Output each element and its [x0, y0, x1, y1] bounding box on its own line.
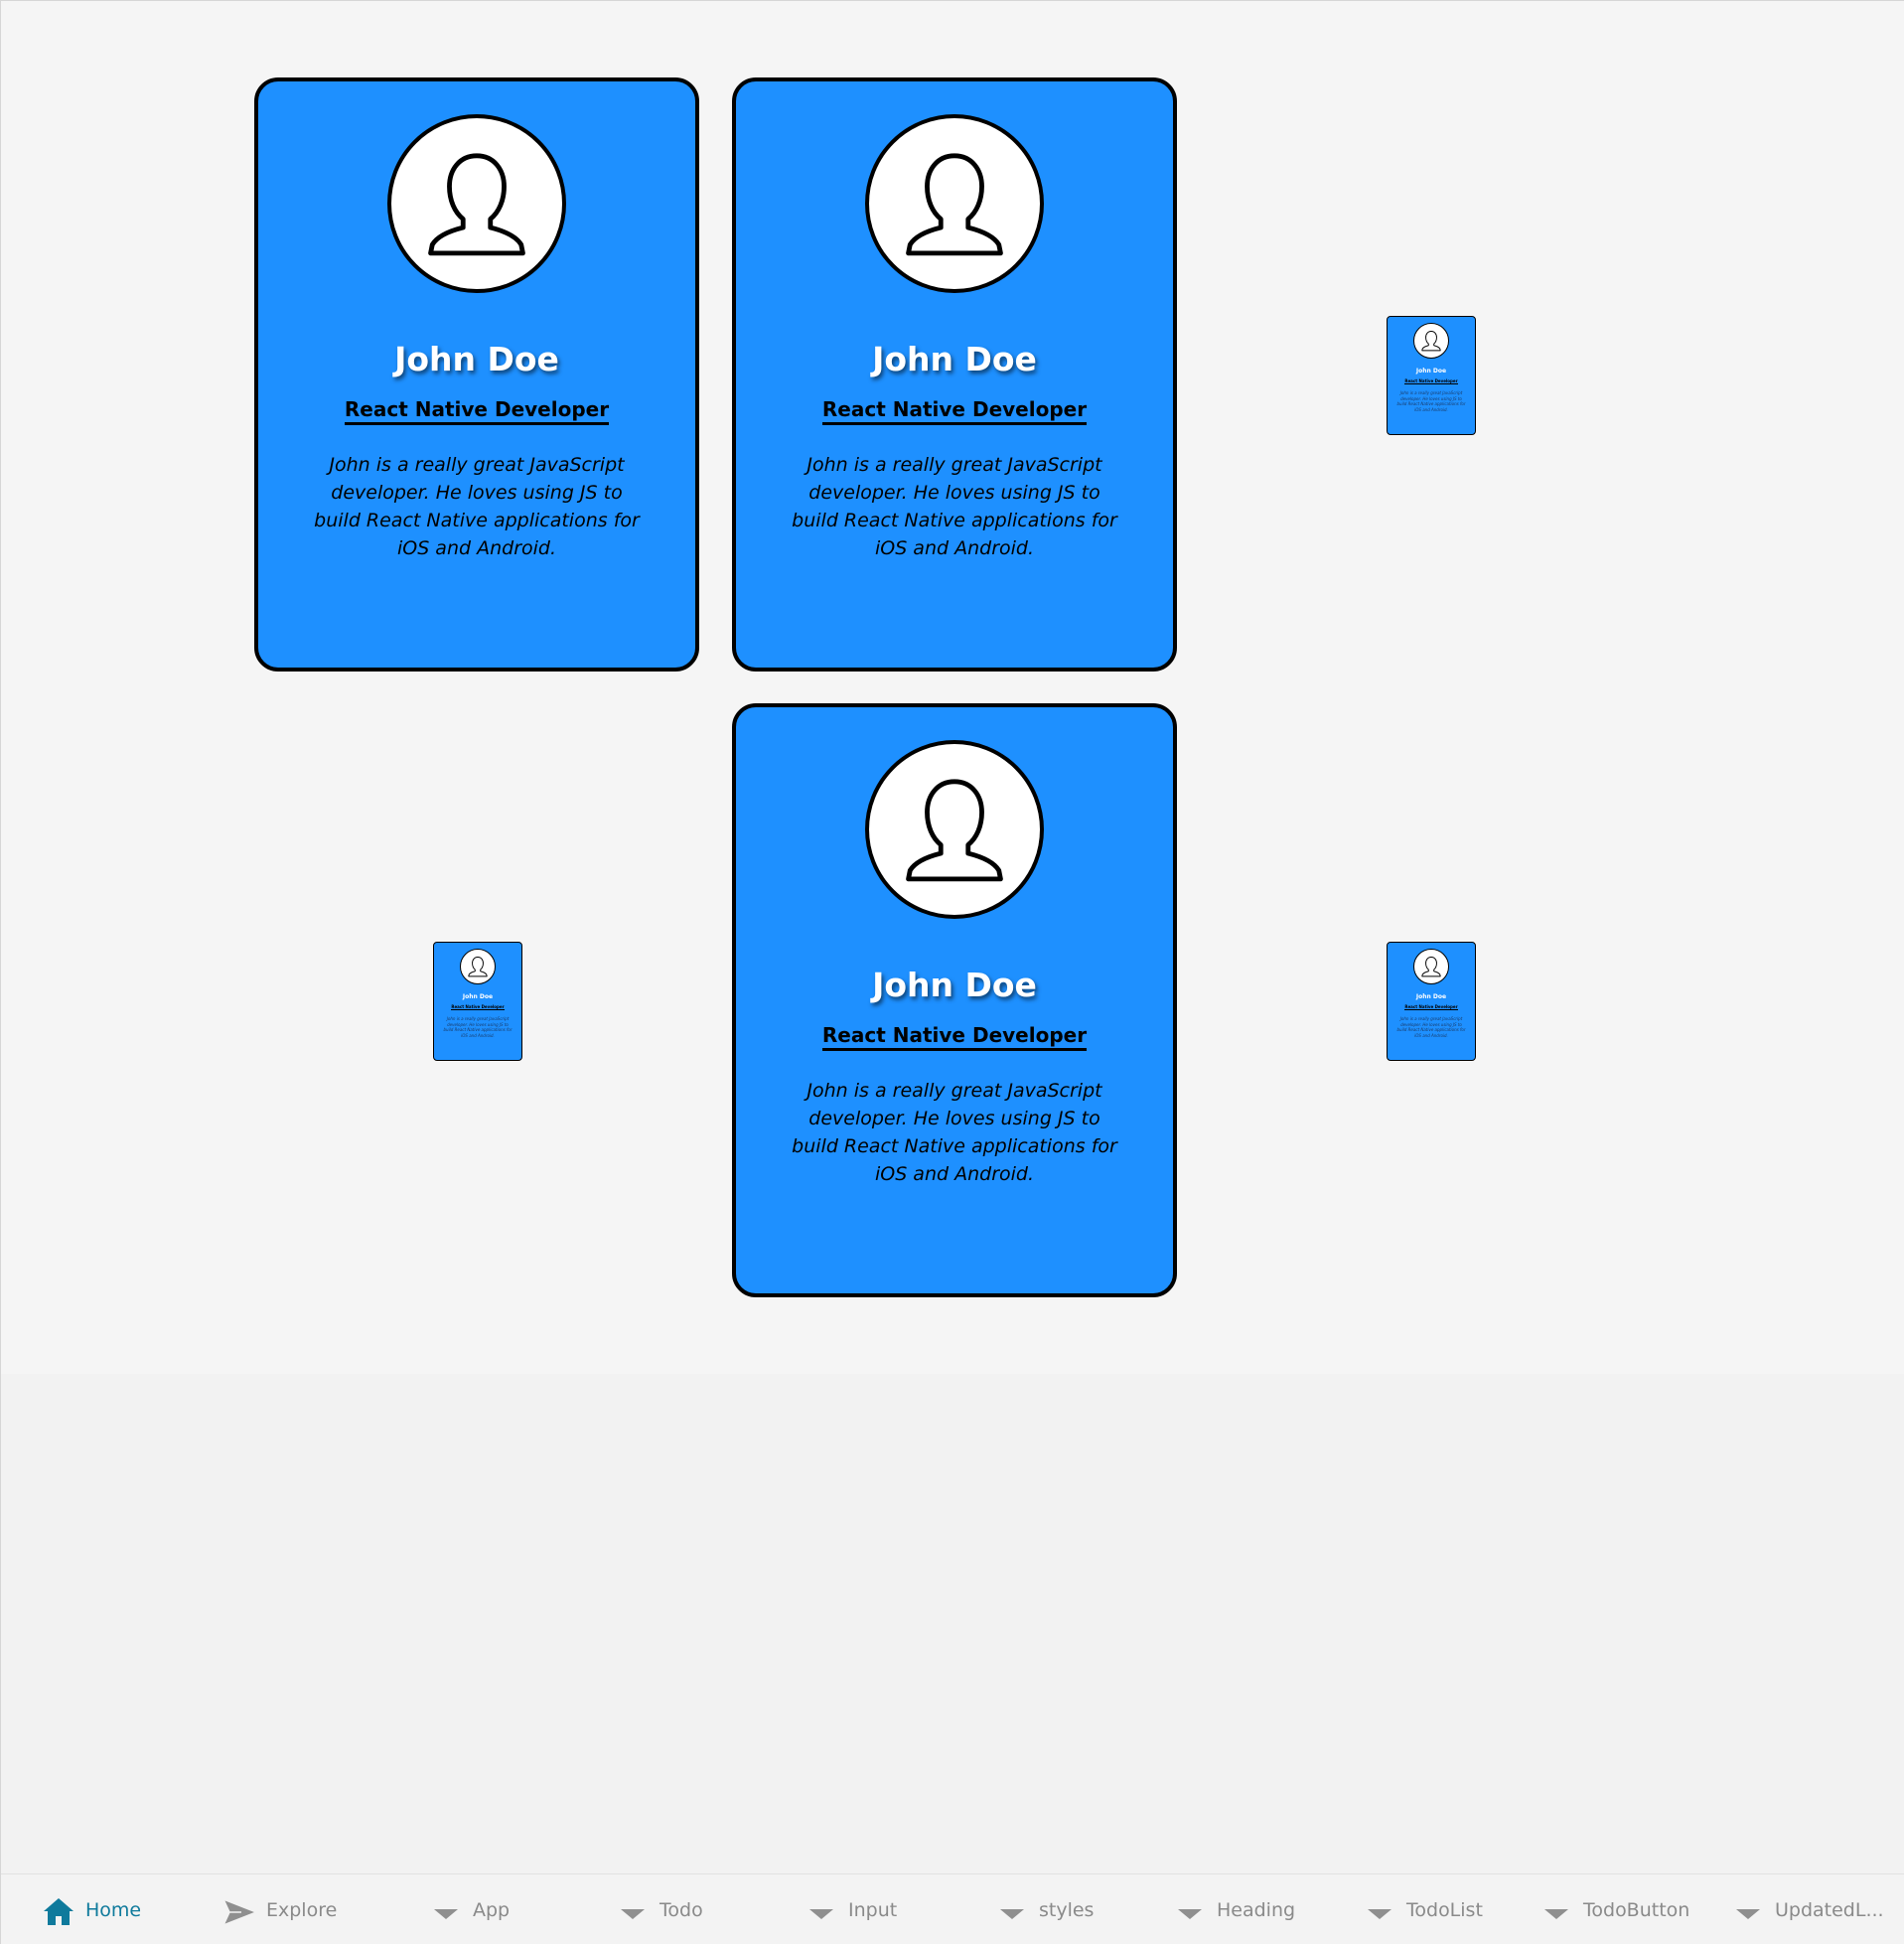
caret-down-icon	[1730, 1894, 1766, 1930]
nav-tab-label: Explore	[266, 1899, 338, 1921]
nav-tab-label: Home	[85, 1899, 142, 1921]
nav-tab-updatedl[interactable]: UpdatedL...	[1690, 1874, 1884, 1944]
profile-bio: John is a really great JavaScript develo…	[792, 1080, 1117, 1185]
profile-role: React Native Developer	[258, 397, 695, 425]
nav-tab-label: Input	[848, 1899, 898, 1921]
profile-card[interactable]: John Doe React Native Developer John is …	[732, 77, 1177, 672]
nav-tab-app[interactable]: App	[388, 1874, 577, 1944]
home-icon	[41, 1894, 76, 1930]
bottom-tab-bar: Home Explore App Todo Input styles Headi…	[1, 1873, 1904, 1944]
nav-tab-todo[interactable]: Todo	[575, 1874, 764, 1944]
profile-role: React Native Developer	[451, 1004, 505, 1010]
profile-bio: John is a really great JavaScript develo…	[1396, 1016, 1466, 1038]
user-silhouette-icon	[387, 114, 566, 293]
card-grid: John Doe React Native Developer John is …	[1, 1, 1904, 1374]
profile-name: John Doe	[872, 966, 1037, 1004]
profile-card[interactable]: John Doe React Native Developer John is …	[254, 77, 699, 672]
nav-tab-label: App	[473, 1899, 511, 1921]
user-silhouette-icon	[460, 949, 496, 984]
user-silhouette-icon	[1413, 949, 1449, 984]
profile-name: John Doe	[462, 993, 494, 1000]
profile-bio: John is a really great JavaScript develo…	[792, 454, 1117, 559]
app-window: John Doe React Native Developer John is …	[0, 0, 1904, 1944]
nav-tab-explore[interactable]: Explore	[182, 1874, 370, 1944]
caret-down-icon	[1362, 1894, 1397, 1930]
profile-role: React Native Developer	[1404, 1004, 1458, 1010]
caret-down-icon	[994, 1894, 1030, 1930]
profile-bio: John is a really great JavaScript develo…	[443, 1016, 513, 1038]
nav-tab-heading[interactable]: Heading	[1132, 1874, 1321, 1944]
nav-tab-todolist[interactable]: TodoList	[1322, 1874, 1511, 1944]
profile-role: React Native Developer	[736, 1023, 1173, 1051]
nav-tab-label: Heading	[1217, 1899, 1296, 1921]
nav-tab-label: UpdatedL...	[1775, 1899, 1884, 1921]
caret-down-icon	[428, 1894, 464, 1930]
profile-name: John Doe	[1415, 993, 1447, 1000]
nav-tab-styles[interactable]: styles	[954, 1874, 1143, 1944]
profile-role: React Native Developer	[1404, 378, 1458, 384]
profile-card[interactable]: John Doe React Native Developer John is …	[732, 703, 1177, 1297]
profile-bio: John is a really great JavaScript develo…	[1396, 390, 1466, 412]
profile-name: John Doe	[872, 340, 1037, 378]
send-icon	[221, 1894, 259, 1930]
user-silhouette-icon	[865, 114, 1044, 293]
nav-tab-label: TodoButton	[1583, 1899, 1690, 1921]
profile-role: React Native Developer	[736, 397, 1173, 425]
profile-card-mini[interactable]: John Doe React Native Developer John is …	[1387, 942, 1476, 1061]
nav-tab-todobutton[interactable]: TodoButton	[1499, 1874, 1690, 1944]
nav-tab-home[interactable]: Home	[1, 1874, 190, 1944]
caret-down-icon	[1538, 1894, 1574, 1930]
user-silhouette-icon	[1413, 323, 1449, 359]
nav-tab-label: TodoList	[1406, 1899, 1483, 1921]
caret-down-icon	[804, 1894, 839, 1930]
profile-name: John Doe	[394, 340, 559, 378]
nav-tab-label: styles	[1039, 1899, 1095, 1921]
profile-bio: John is a really great JavaScript develo…	[314, 454, 640, 559]
caret-down-icon	[615, 1894, 651, 1930]
nav-tab-label: Todo	[659, 1899, 703, 1921]
profile-card-mini[interactable]: John Doe React Native Developer John is …	[1387, 316, 1476, 435]
profile-name: John Doe	[1415, 368, 1447, 374]
user-silhouette-icon	[865, 740, 1044, 919]
nav-tab-input[interactable]: Input	[764, 1874, 952, 1944]
caret-down-icon	[1172, 1894, 1208, 1930]
profile-card-mini[interactable]: John Doe React Native Developer John is …	[433, 942, 522, 1061]
